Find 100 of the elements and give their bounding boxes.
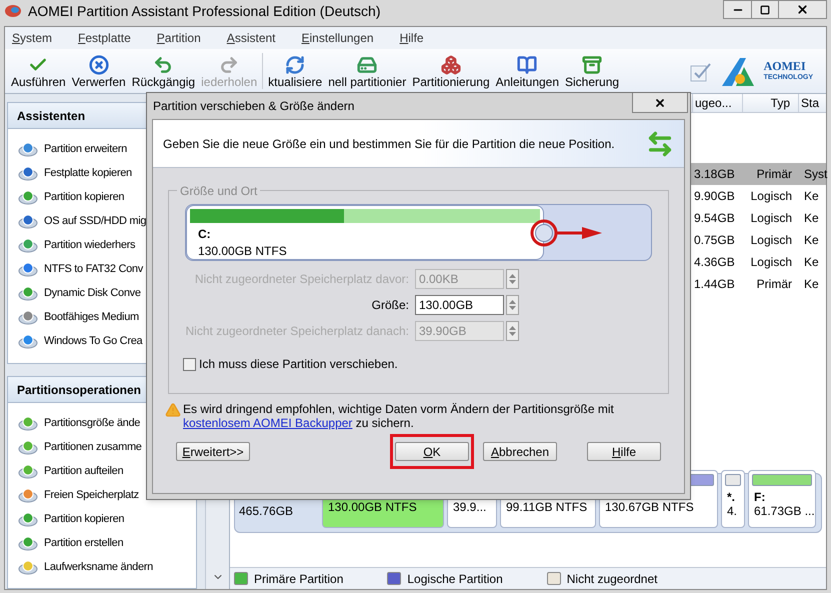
toolbar-button[interactable]: Anleitungen xyxy=(492,55,562,89)
sidebar-item[interactable]: Laufwerksname ändern xyxy=(8,555,196,579)
partition-size: 130.67GB NTFS xyxy=(605,500,695,514)
table-cell-text: Ke xyxy=(803,276,820,293)
move-checkbox[interactable] xyxy=(183,358,196,370)
table-cell-text: 9.54GB xyxy=(693,210,736,227)
drive-icon xyxy=(18,559,38,575)
refresh-icon xyxy=(285,55,306,75)
table-cell-text: Syst xyxy=(803,166,826,183)
menu-item[interactable]: Hilfe xyxy=(400,29,424,47)
drive-icon xyxy=(357,55,378,75)
close-button[interactable] xyxy=(779,0,827,19)
menu-item[interactable]: Festplatte xyxy=(78,29,131,47)
dialog-title: Partition verschieben & Größe ändern xyxy=(153,98,354,115)
drive-icon xyxy=(18,213,38,229)
table-cell-text: Logisch xyxy=(750,188,793,205)
down-arrow-icon xyxy=(509,332,516,336)
partition-label: F: xyxy=(754,490,766,504)
sidebar-item[interactable]: Partition aufteilen xyxy=(8,459,196,483)
close-icon xyxy=(654,96,666,108)
drive-icon xyxy=(18,463,38,479)
partition-letter: C: xyxy=(198,226,212,243)
sidebar-item[interactable]: Dynamic Disk Conve xyxy=(8,281,196,305)
column-header[interactable]: ugeo... xyxy=(692,94,742,112)
column-header[interactable]: Sta xyxy=(798,94,826,112)
field-label: Größe: xyxy=(372,297,409,314)
drive-icon xyxy=(18,333,38,349)
legend-label: Primäre Partition xyxy=(254,570,344,588)
disk-size: 465.76GB xyxy=(239,503,294,520)
column-header[interactable]: Typ xyxy=(742,94,798,112)
toolbar-button[interactable]: Partitionierung xyxy=(409,55,493,89)
redo-icon xyxy=(219,55,240,75)
sidebar-item[interactable]: Partition erstellen xyxy=(8,531,196,555)
down-arrow-icon xyxy=(509,306,516,310)
drive-icon xyxy=(18,535,38,551)
drive-icon xyxy=(18,189,38,205)
table-cell-text: 4.36GB xyxy=(693,254,736,271)
sidebar-item[interactable]: Partition wiederhers xyxy=(8,233,196,257)
drive-icon xyxy=(18,439,38,455)
partition-bar xyxy=(752,474,812,486)
partition-label: *. xyxy=(727,490,736,504)
toolbar-button[interactable]: nell partitionier xyxy=(325,55,410,89)
dialog-button[interactable]: Erweitert>> xyxy=(176,442,250,461)
boxes-icon xyxy=(440,55,461,75)
warning-icon xyxy=(165,402,181,418)
drive-icon xyxy=(18,165,38,181)
toolbar-button[interactable]: Ausführen xyxy=(8,55,69,89)
menu-item[interactable]: Partition xyxy=(156,29,201,47)
sidebar-item[interactable]: Freien Speicherplatz xyxy=(8,483,196,507)
table-cell-text: 3.18GB xyxy=(693,166,736,183)
field-label: Nicht zugeordneter Speicherplatz davor: xyxy=(194,271,409,288)
drive-icon xyxy=(18,141,38,157)
dialog-close-button[interactable] xyxy=(632,93,688,113)
close-icon xyxy=(796,3,809,16)
menu-item[interactable]: System xyxy=(12,29,52,47)
sidebar-item[interactable]: OS auf SSD/HDD mig xyxy=(8,209,196,233)
archive-icon xyxy=(582,55,602,75)
legend-label: Nicht zugeordnet xyxy=(566,570,658,588)
partition-bar xyxy=(725,474,741,486)
toolbar-button[interactable]: Verwerfen xyxy=(68,55,129,89)
sidebar-item[interactable]: Festplatte kopieren xyxy=(8,161,196,185)
maximize-icon xyxy=(760,4,770,14)
menu-item[interactable]: Einstellungen xyxy=(302,29,374,47)
maximize-button[interactable] xyxy=(752,0,779,19)
table-cell-text: Primär xyxy=(756,166,793,183)
undo-icon xyxy=(153,55,174,75)
table-cell-text: Ke xyxy=(803,188,820,205)
warning-text: Es wird dringend empfohlen, wichtige Daten vorm Ändern der Partitionsgröße mit kostenlosem AOMEI Backupper zu sichern. xyxy=(183,402,615,430)
size-input[interactable]: 130.00GB xyxy=(415,295,504,315)
minimize-button[interactable] xyxy=(723,0,752,19)
sidebar-item[interactable]: NTFS to FAT32 Conv xyxy=(8,257,196,281)
partition-size: 4. xyxy=(727,504,738,518)
partition-card[interactable]: *. 4. xyxy=(721,470,745,528)
table-cell-text: Ke xyxy=(803,210,820,227)
down-arrow-icon xyxy=(509,280,516,284)
backupper-link[interactable]: kostenlosem AOMEI Backupper xyxy=(183,416,352,430)
dialog-button[interactable]: OK xyxy=(395,442,469,461)
toolbar-button[interactable]: Sicherung xyxy=(562,55,622,89)
table-cell-text: Ke xyxy=(803,232,820,249)
logo-icon xyxy=(720,57,756,87)
app-logo-icon xyxy=(4,4,22,18)
table-cell-text: Logisch xyxy=(750,210,793,227)
drive-icon xyxy=(18,511,38,527)
spin-button[interactable] xyxy=(506,295,519,315)
drive-icon xyxy=(18,415,38,431)
spin-button[interactable] xyxy=(506,269,519,289)
table-cell-text: 1.44GB xyxy=(693,276,736,293)
table-cell-text: Ke xyxy=(803,254,820,271)
checkbox-icon xyxy=(690,62,712,82)
partition-size: 130.00GB NTFS xyxy=(198,243,288,260)
toolbar-button[interactable]: ktualisiere xyxy=(265,55,326,89)
spin-button[interactable] xyxy=(506,321,519,341)
sidebar-item[interactable]: Partition kopieren xyxy=(8,507,196,531)
partition-card[interactable]: F: 61.73GB ... xyxy=(748,470,816,528)
up-arrow-icon xyxy=(509,274,516,278)
drive-icon xyxy=(18,237,38,253)
dialog-button[interactable]: Abbrechen xyxy=(483,442,557,461)
dialog-button[interactable]: Hilfe xyxy=(587,442,661,461)
menu-item[interactable]: Assistent xyxy=(226,29,276,47)
toolbar-button[interactable]: Rückgängig xyxy=(128,55,198,89)
